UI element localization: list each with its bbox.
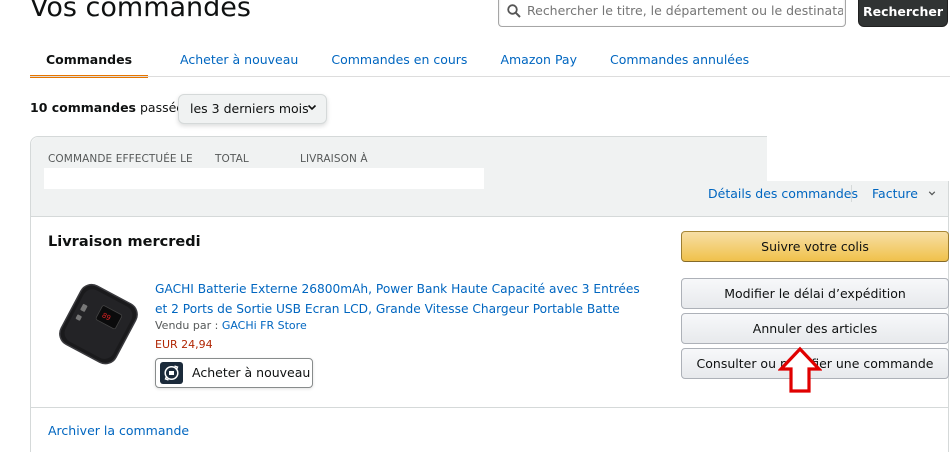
power-bank-product-image[interactable]: 89 [53, 283, 143, 367]
archive-order-link[interactable]: Archiver la commande [48, 423, 189, 438]
invoice-link[interactable]: Facture [872, 186, 936, 201]
search-button[interactable]: Rechercher [858, 0, 948, 27]
tab-amazon-pay[interactable]: Amazon Pay [500, 50, 577, 78]
seller-link[interactable]: GACHi FR Store [222, 319, 307, 332]
chevron-down-icon [928, 191, 936, 196]
search-input[interactable] [527, 0, 843, 26]
search-box[interactable] [498, 0, 846, 27]
card-divider [31, 407, 948, 408]
change-delivery-button[interactable]: Modifier le délai d’expédition [681, 278, 949, 309]
product-price: EUR 24,94 [155, 338, 213, 351]
order-date-label: COMMANDE EFFECTUÉE LE [48, 153, 193, 165]
tab-commandes-en-cours[interactable]: Commandes en cours [331, 50, 467, 78]
header-link-separator [851, 185, 852, 202]
order-total-label: TOTAL [215, 153, 249, 165]
buy-again-icon [160, 362, 183, 384]
tab-acheter-a-nouveau[interactable]: Acheter à nouveau [180, 50, 298, 78]
period-select-value: les 3 derniers mois [190, 101, 309, 116]
orders-count-number: 10 commandes [30, 100, 136, 115]
search-icon [507, 4, 521, 18]
invoice-link-label: Facture [872, 186, 918, 201]
tabs-divider [30, 76, 950, 77]
order-details-link[interactable]: Détails des commandes [708, 186, 858, 201]
order-card: COMMANDE EFFECTUÉE LE TOTAL LIVRAISON À … [30, 136, 950, 452]
order-tabs: Commandes Acheter à nouveau Commandes en… [30, 50, 782, 78]
delivery-status-title: Livraison mercredi [48, 234, 201, 250]
redacted-order-values [44, 168, 484, 189]
page-title: Vos commandes [30, 0, 251, 23]
product-title-link[interactable]: GACHI Batterie Externe 26800mAh, Power B… [155, 279, 655, 319]
annotation-arrow-up-icon [778, 346, 822, 393]
chevron-down-icon [307, 104, 317, 111]
buy-again-label: Acheter à nouveau [192, 365, 311, 380]
redacted-order-number [767, 136, 950, 181]
order-header: COMMANDE EFFECTUÉE LE TOTAL LIVRAISON À … [31, 136, 950, 217]
tab-commandes[interactable]: Commandes [30, 50, 149, 78]
sold-by-label: Vendu par : [155, 319, 222, 332]
sold-by: Vendu par : GACHi FR Store [155, 319, 307, 332]
order-delivery-label: LIVRAISON À [300, 153, 368, 165]
tab-commandes-annulees[interactable]: Commandes annulées [610, 50, 749, 78]
orders-count: 10 commandes passées [30, 100, 191, 115]
track-package-button[interactable]: Suivre votre colis [681, 231, 949, 262]
buy-again-button[interactable]: Acheter à nouveau [155, 358, 313, 388]
cancel-items-button[interactable]: Annuler des articles [681, 313, 949, 344]
period-select[interactable]: les 3 derniers mois [178, 94, 327, 124]
